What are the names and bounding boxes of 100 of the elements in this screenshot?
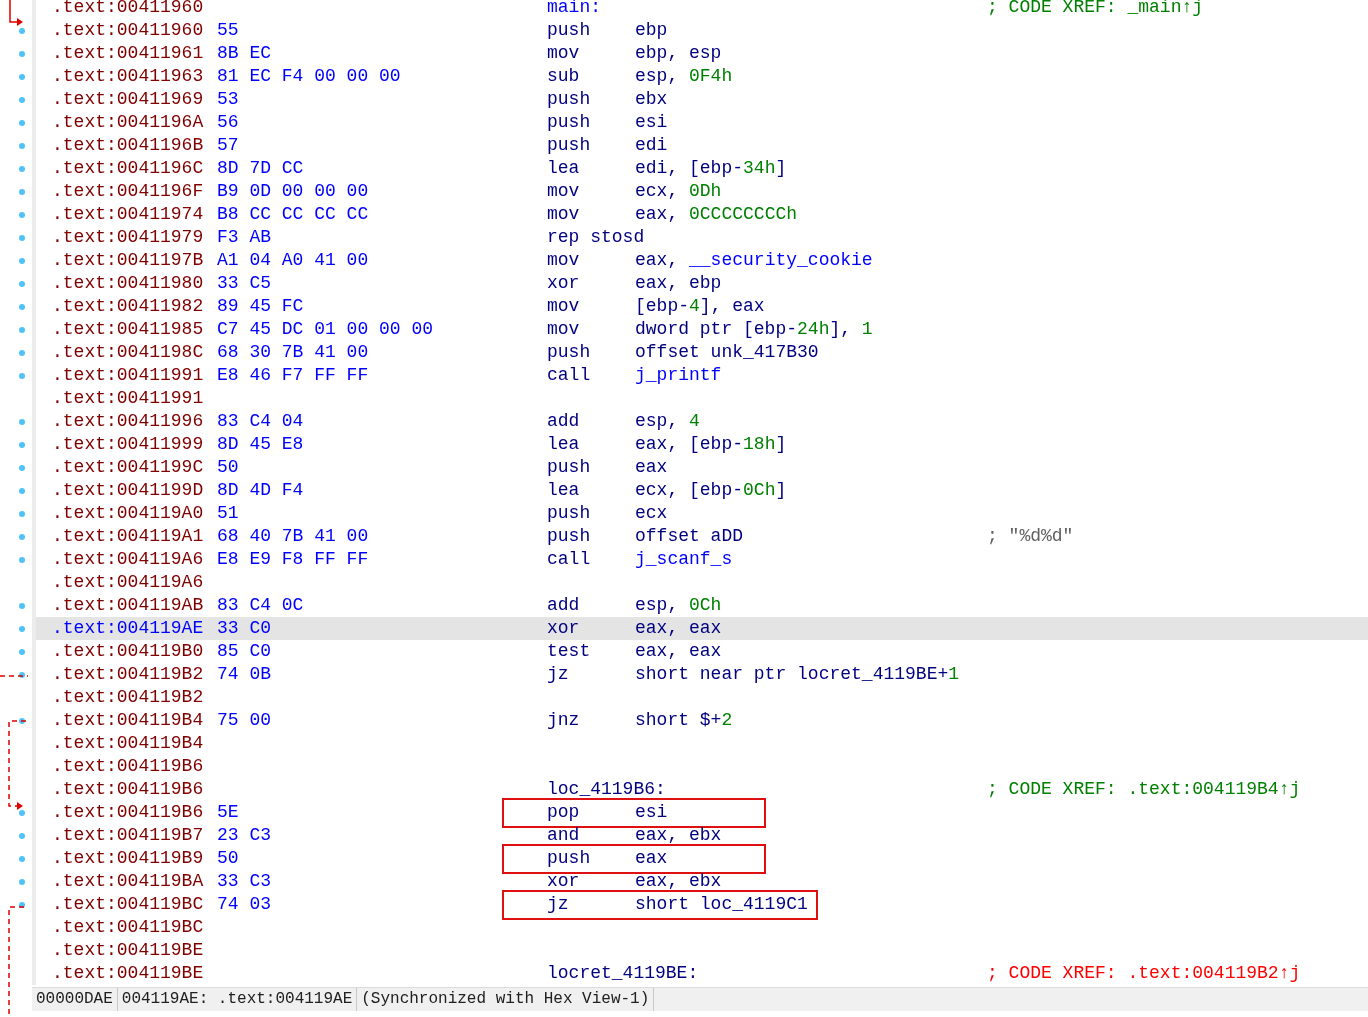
mnemonic-text: mov [547,42,581,65]
address-text: .text:004119B7 [52,824,205,847]
listing-row[interactable]: .text:004119B2 [36,686,1368,709]
listing-row[interactable]: .text:0041196A 56 push esi [36,111,1368,134]
bytes-text: 56 [217,111,239,134]
listing-row[interactable]: .text:004119A6 [36,571,1368,594]
mnemonic-text: and [547,824,581,847]
bytes-text: 74 0B [217,663,271,686]
mnemonic-text: sub [547,65,581,88]
address-text: .text:004119A6 [52,548,205,571]
operand-text: eax, [ebp-18h] [635,433,787,456]
mnemonic-text: jnz [547,709,581,732]
listing-row[interactable]: .text:004119AE 33 C0 xor eax, eax [36,617,1368,640]
listing-row[interactable]: .text:004119B4 75 00 jnz short $+2 [36,709,1368,732]
listing-row[interactable]: .text:004119A6 E8 E9 F8 FF FF call j_scanf_s [36,548,1368,571]
listing-row[interactable]: .text:00411974 B8 CC CC CC CC mov eax, 0CCCCCCCCh [36,203,1368,226]
listing-row[interactable]: .text:004119AB 83 C4 0C add esp, 0Ch [36,594,1368,617]
listing-row[interactable]: .text:0041196C 8D 7D CC lea edi, [ebp-34h] [36,157,1368,180]
listing-row[interactable]: .text:00411996 83 C4 04 add esp, 4 [36,410,1368,433]
listing-row[interactable]: .text:004119B0 85 C0 test eax, eax [36,640,1368,663]
bytes-text: 8D 7D CC [217,157,304,180]
address-text: .text:00411996 [52,410,205,433]
operand-text: esp, 0F4h [635,65,733,88]
bytes-text: E8 46 F7 FF FF [217,364,369,387]
listing-row[interactable]: .text:004119B2 74 0B jz short near ptr locret_4119BE+1 [36,663,1368,686]
address-text: .text:0041196F [52,180,205,203]
listing-row[interactable]: .text:0041199D 8D 4D F4 lea ecx, [ebp-0Ch] [36,479,1368,502]
listing-row[interactable]: .text:00411991 [36,387,1368,410]
listing-row[interactable]: .text:004119B9 50 push eax [36,847,1368,870]
bytes-text: 33 C5 [217,272,271,295]
operand-text: short $+2 [635,709,733,732]
listing-row[interactable]: .text:00411980 33 C5 xor eax, ebp [36,272,1368,295]
listing-row[interactable]: .text:00411960 55 push ebp [36,19,1368,42]
address-text: .text:0041199D [52,479,205,502]
mnemonic-text: push [547,341,592,364]
address-text: .text:00411999 [52,433,205,456]
listing-row[interactable]: .text:004119BE locret_4119BE: ; CODE XREF: .text:004119B2↑j [36,962,1368,985]
listing-row[interactable]: .text:004119B6 [36,755,1368,778]
bytes-text: 75 00 [217,709,271,732]
listing-row[interactable]: .text:0041198C 68 30 7B 41 00 push offset unk_417B30 [36,341,1368,364]
mnemonic-text: xor [547,870,581,893]
bytes-text: B9 0D 00 00 00 [217,180,369,203]
address-text: .text:004119BA [52,870,205,893]
bytes-text: 23 C3 [217,824,271,847]
listing-row[interactable]: .text:004119BC [36,916,1368,939]
listing-row[interactable]: .text:004119A0 51 push ecx [36,502,1368,525]
address-text: .text:00411991 [52,387,205,410]
listing-row[interactable]: .text:00411979 F3 AB rep stosd [36,226,1368,249]
mnemonic-text: add [547,410,581,433]
address-text: .text:004119B4 [52,732,205,755]
listing-row[interactable]: .text:00411969 53 push ebx [36,88,1368,111]
listing-row[interactable]: .text:0041199C 50 push eax [36,456,1368,479]
mnemonic-text: lea [547,433,581,456]
mnemonic-text: rep stosd [547,226,645,249]
listing-row[interactable]: .text:0041196B 57 push edi [36,134,1368,157]
listing-row[interactable]: .text:004119B6 loc_4119B6: ; CODE XREF: .text:004119B4↑j [36,778,1368,801]
operand-text: short loc_4119C1 [635,893,808,916]
listing-row[interactable]: .text:00411999 8D 45 E8 lea eax, [ebp-18h] [36,433,1368,456]
listing-row[interactable]: .text:00411991 E8 46 F7 FF FF call j_printf [36,364,1368,387]
bytes-text: 83 C4 04 [217,410,304,433]
address-text: .text:0041196C [52,157,205,180]
mnemonic-text: jz [547,663,570,686]
listing-row[interactable]: .text:0041197B A1 04 A0 41 00 mov eax, __security_cookie [36,249,1368,272]
address-text: .text:004119B2 [52,686,205,709]
listing-row[interactable]: .text:004119BA 33 C3 xor eax, ebx [36,870,1368,893]
listing-row[interactable]: .text:004119B6 5E pop esi [36,801,1368,824]
listing-row[interactable]: .text:00411982 89 45 FC mov [ebp-4], eax [36,295,1368,318]
bytes-text: 68 30 7B 41 00 [217,341,369,364]
bytes-text: B8 CC CC CC CC [217,203,369,226]
operand-text: eax, 0CCCCCCCCh [635,203,798,226]
address-text: .text:004119B6 [52,801,205,824]
listing-row[interactable]: .text:00411985 C7 45 DC 01 00 00 00 mov dword ptr [ebp-24h], 1 [36,318,1368,341]
listing-row[interactable]: .text:00411961 8B EC mov ebp, esp [36,42,1368,65]
operand-text: ecx, 0Dh [635,180,722,203]
address-text: .text:00411974 [52,203,205,226]
bytes-text: 81 EC F4 00 00 00 [217,65,401,88]
address-text: .text:0041197B [52,249,205,272]
mnemonic-text: push [547,111,592,134]
listing-row[interactable]: .text:004119B7 23 C3 and eax, ebx [36,824,1368,847]
address-text: .text:004119BC [52,893,205,916]
address-text: .text:00411969 [52,88,205,111]
address-text: .text:0041199C [52,456,205,479]
bytes-text: 74 03 [217,893,271,916]
bytes-text: 33 C3 [217,870,271,893]
listing-row[interactable]: .text:0041196F B9 0D 00 00 00 mov ecx, 0Dh [36,180,1368,203]
listing-row[interactable]: .text:004119A1 68 40 7B 41 00 push offset aDD ; "%d%d" [36,525,1368,548]
address-text: .text:00411979 [52,226,205,249]
listing-row[interactable]: .text:00411963 81 EC F4 00 00 00 sub esp, 0F4h [36,65,1368,88]
listing-row[interactable]: .text:004119BE [36,939,1368,962]
address-text: .text:004119AE [52,617,205,640]
comment-text: ; CODE XREF: .text:004119B4↑j [987,778,1301,801]
address-text: .text:004119B0 [52,640,205,663]
bytes-text: 5E [217,801,239,824]
operand-text: esp, 4 [635,410,700,433]
listing-row[interactable]: .text:004119BC 74 03 jz short loc_4119C1 [36,893,1368,916]
mnemonic-text: push [547,847,592,870]
mnemonic-text: mov [547,180,581,203]
mnemonic-text: mov [547,295,581,318]
operand-text: edi [635,134,668,157]
listing-row[interactable]: .text:004119B4 [36,732,1368,755]
